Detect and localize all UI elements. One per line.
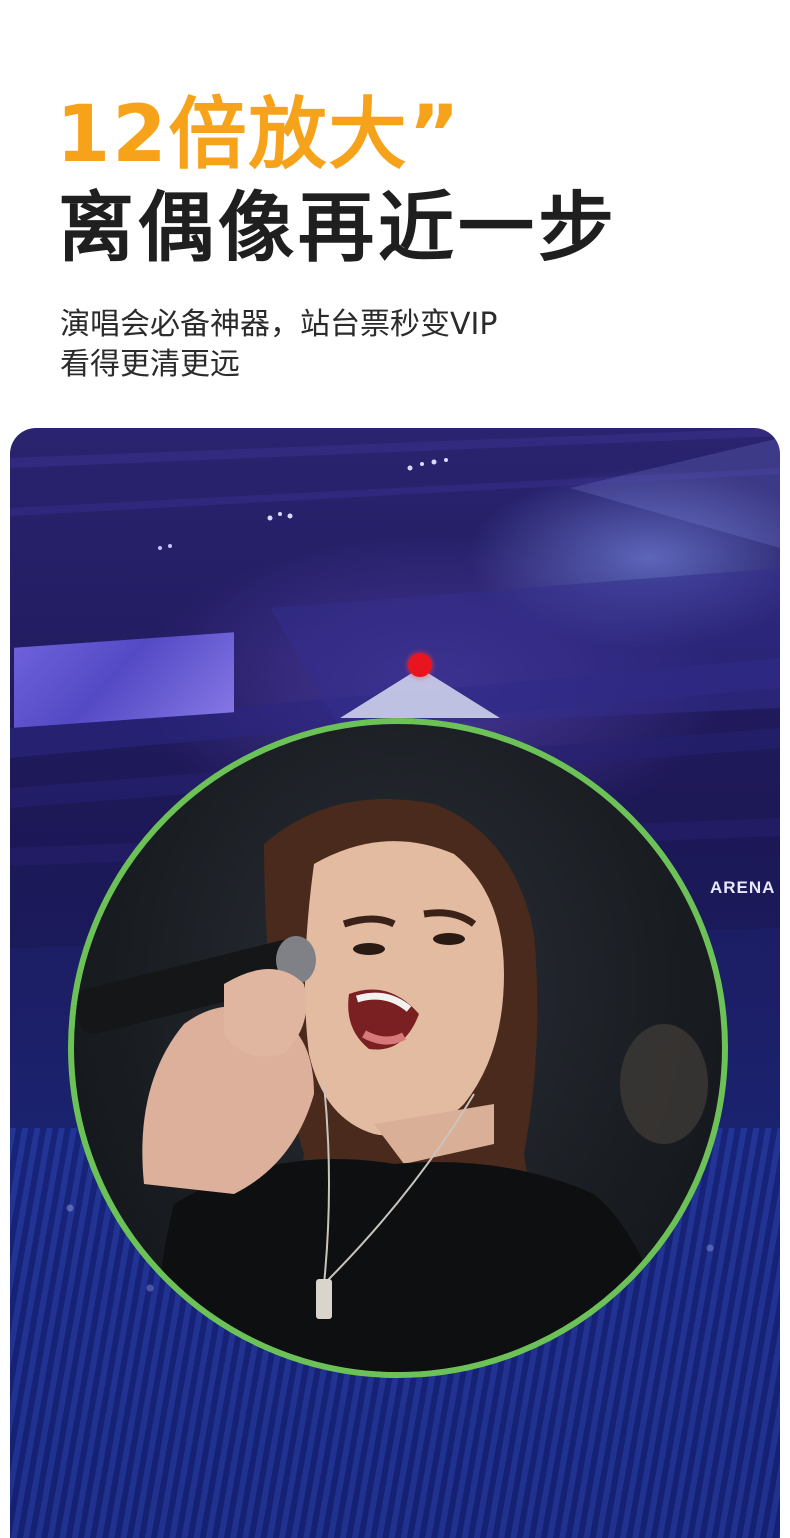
subtext-line-2: 看得更清更远 <box>60 347 240 382</box>
headline-main: 离偶像再近一步 <box>58 183 618 272</box>
zoom-target-marker <box>408 653 432 677</box>
subtext-line-1: 演唱会必备神器，站台票秒变VIP <box>60 307 498 342</box>
headline-zoom: 12倍放大” <box>56 90 462 180</box>
singer-image <box>74 799 708 1372</box>
concert-photo: ARENA <box>10 428 780 1538</box>
zoom-magnifier-circle <box>68 718 728 1378</box>
